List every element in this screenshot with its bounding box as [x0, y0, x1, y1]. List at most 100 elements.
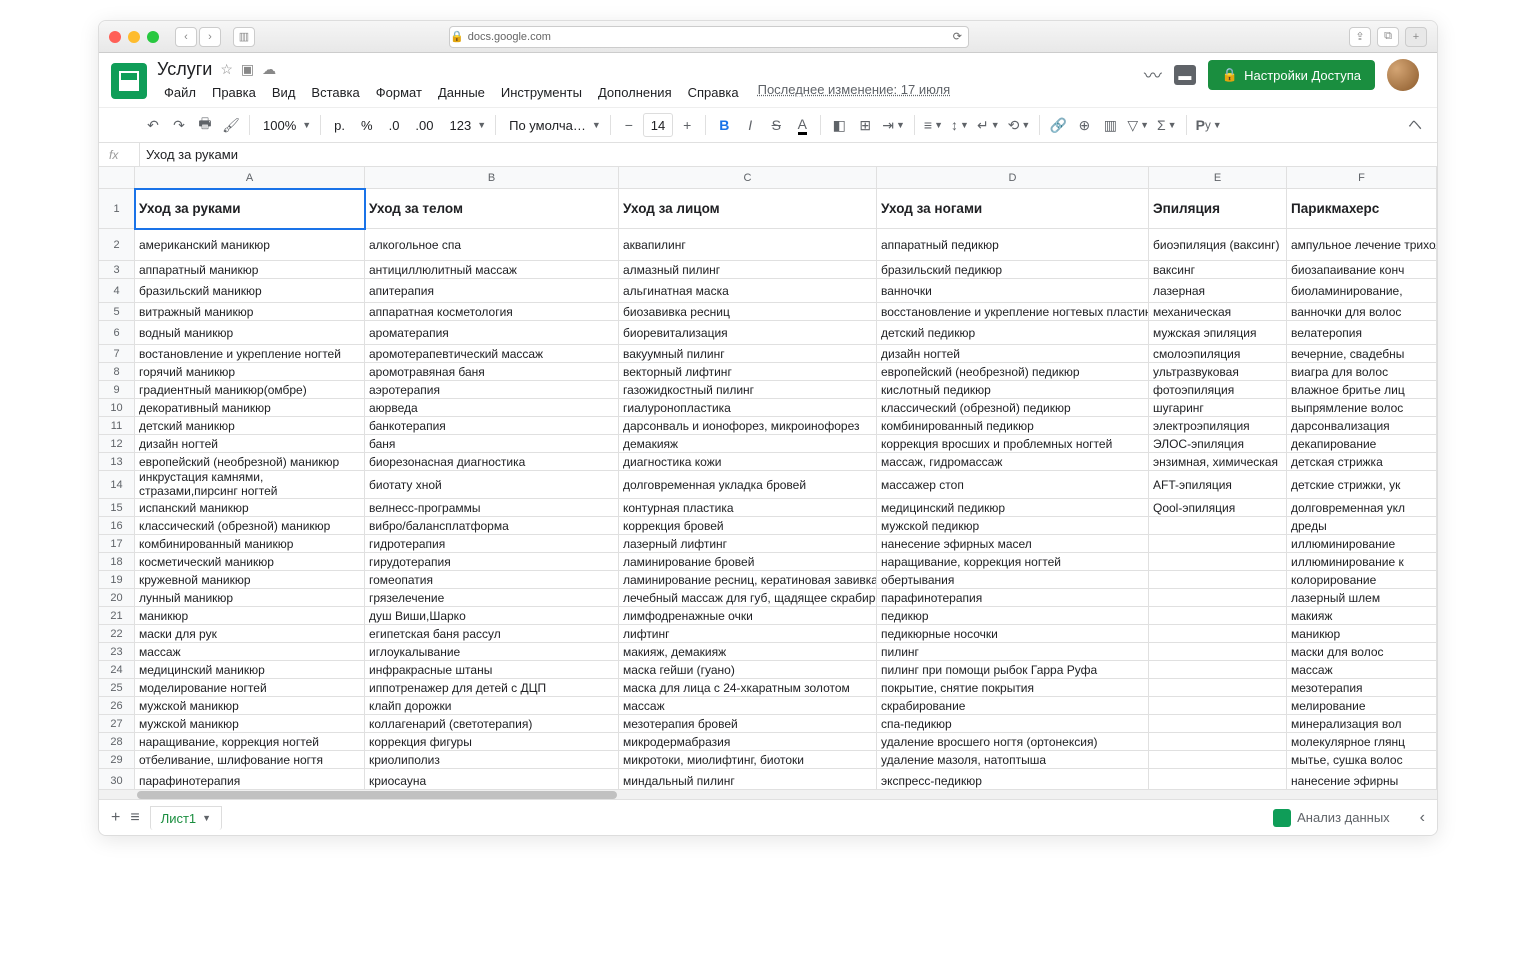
cell-F24[interactable]: массаж — [1287, 661, 1437, 679]
cell-E5[interactable]: механическая — [1149, 303, 1287, 321]
cell-D28[interactable]: удаление вросшего ногтя (ортонексия) — [877, 733, 1149, 751]
cell-F10[interactable]: выпрямление волос — [1287, 399, 1437, 417]
font-size-input[interactable]: 14 — [643, 113, 673, 137]
cell-D16[interactable]: мужской педикюр — [877, 517, 1149, 535]
formula-input[interactable]: Уход за руками — [139, 143, 238, 166]
redo-button[interactable]: ↷ — [167, 113, 191, 137]
cell-A27[interactable]: мужской маникюр — [135, 715, 365, 733]
menu-insert[interactable]: Вставка — [304, 82, 366, 103]
cell-B4[interactable]: апитерапия — [365, 279, 619, 303]
row-header-19[interactable]: 19 — [99, 571, 135, 589]
cell-A13[interactable]: европейский (необрезной) маникюр — [135, 453, 365, 471]
cell-A3[interactable]: аппаратный маникюр — [135, 261, 365, 279]
cell-F12[interactable]: декапирование — [1287, 435, 1437, 453]
cell-E20[interactable] — [1149, 589, 1287, 607]
more-formats-button[interactable]: 123▼ — [443, 113, 490, 137]
cell-F5[interactable]: ванночки для волос — [1287, 303, 1437, 321]
paint-format-button[interactable]: 🖌 — [219, 113, 243, 137]
cell-D2[interactable]: аппаратный педикюр — [877, 229, 1149, 261]
collapse-toolbar-button[interactable]: ヘ — [1403, 113, 1427, 137]
cell-E26[interactable] — [1149, 697, 1287, 715]
cell-E28[interactable] — [1149, 733, 1287, 751]
cell-E11[interactable]: электроэпиляция — [1149, 417, 1287, 435]
row-header-10[interactable]: 10 — [99, 399, 135, 417]
increase-decimal-button[interactable]: .00 — [408, 113, 440, 137]
cell-A17[interactable]: комбинированный маникюр — [135, 535, 365, 553]
cell-F15[interactable]: долговременная укл — [1287, 499, 1437, 517]
cell-A23[interactable]: массаж — [135, 643, 365, 661]
tabs-button[interactable]: ⧉ — [1377, 27, 1399, 47]
cell-C18[interactable]: ламинирование бровей — [619, 553, 877, 571]
cell-F13[interactable]: детская стрижка — [1287, 453, 1437, 471]
cell-E17[interactable] — [1149, 535, 1287, 553]
cell-F17[interactable]: иллюминирование — [1287, 535, 1437, 553]
cell-D25[interactable]: покрытие, снятие покрытия — [877, 679, 1149, 697]
cell-D20[interactable]: парафинотерапия — [877, 589, 1149, 607]
cloud-icon[interactable]: ☁ — [262, 61, 276, 78]
cell-C26[interactable]: массаж — [619, 697, 877, 715]
row-header-27[interactable]: 27 — [99, 715, 135, 733]
valign-button[interactable]: ↕▼ — [948, 113, 972, 137]
cell-E2[interactable]: биоэпиляция (ваксинг) — [1149, 229, 1287, 261]
chart-button[interactable]: ▥ — [1098, 113, 1122, 137]
back-button[interactable]: ‹ — [175, 27, 197, 47]
cell-B16[interactable]: вибро/балансплатформа — [365, 517, 619, 535]
cell-E10[interactable]: шугаринг — [1149, 399, 1287, 417]
cell-B29[interactable]: криолиполиз — [365, 751, 619, 769]
cell-F3[interactable]: биозапаивание конч — [1287, 261, 1437, 279]
cell-E12[interactable]: ЭЛОС-эпиляция — [1149, 435, 1287, 453]
cell-C8[interactable]: векторный лифтинг — [619, 363, 877, 381]
document-title[interactable]: Услуги — [157, 59, 212, 80]
minimize-window[interactable] — [128, 31, 140, 43]
cell-F11[interactable]: дарсонвализация — [1287, 417, 1437, 435]
cell-D9[interactable]: кислотный педикюр — [877, 381, 1149, 399]
row-header-11[interactable]: 11 — [99, 417, 135, 435]
cell-F18[interactable]: иллюминирование к — [1287, 553, 1437, 571]
cell-E22[interactable] — [1149, 625, 1287, 643]
menu-tools[interactable]: Инструменты — [494, 82, 589, 103]
close-window[interactable] — [109, 31, 121, 43]
font-size-dec[interactable]: − — [617, 113, 641, 137]
row-header-12[interactable]: 12 — [99, 435, 135, 453]
col-header-D[interactable]: D — [877, 167, 1149, 189]
rotate-button[interactable]: ⟲▼ — [1005, 113, 1034, 137]
cell-F2[interactable]: ампульное лечение трихолог — [1287, 229, 1437, 261]
zoom-select[interactable]: 100%▼ — [256, 113, 314, 137]
cell-E19[interactable] — [1149, 571, 1287, 589]
cell-B19[interactable]: гомеопатия — [365, 571, 619, 589]
cell-B12[interactable]: баня — [365, 435, 619, 453]
cell-A2[interactable]: американский маникюр — [135, 229, 365, 261]
row-header-5[interactable]: 5 — [99, 303, 135, 321]
cell-D26[interactable]: скрабирование — [877, 697, 1149, 715]
cell-D18[interactable]: наращивание, коррекция ногтей — [877, 553, 1149, 571]
new-tab-button[interactable]: + — [1405, 27, 1427, 47]
cell-C4[interactable]: альгинатная маска — [619, 279, 877, 303]
cell-D23[interactable]: пилинг — [877, 643, 1149, 661]
cell-B18[interactable]: гирудотерапия — [365, 553, 619, 571]
cell-F6[interactable]: велатеропия — [1287, 321, 1437, 345]
cell-B3[interactable]: антициллюлитный массаж — [365, 261, 619, 279]
sheets-logo[interactable] — [111, 63, 147, 99]
cell-C7[interactable]: вакуумный пилинг — [619, 345, 877, 363]
cell-C12[interactable]: демакияж — [619, 435, 877, 453]
cell-E4[interactable]: лазерная — [1149, 279, 1287, 303]
cell-F28[interactable]: молекулярное глянц — [1287, 733, 1437, 751]
decrease-decimal-button[interactable]: .0 — [382, 113, 407, 137]
spreadsheet-grid[interactable]: ABCDEF1Уход за рукамиУход за теломУход з… — [99, 167, 1437, 799]
cell-C13[interactable]: диагностика кожи — [619, 453, 877, 471]
col-header-A[interactable]: A — [135, 167, 365, 189]
cell-C5[interactable]: биозавивка ресниц — [619, 303, 877, 321]
strike-button[interactable]: S — [764, 113, 788, 137]
cell-B14[interactable]: биотату хной — [365, 471, 619, 499]
cell-C28[interactable]: микродермабразия — [619, 733, 877, 751]
cell-A11[interactable]: детский маникюр — [135, 417, 365, 435]
cell-D3[interactable]: бразильский педикюр — [877, 261, 1149, 279]
cell-A8[interactable]: горячий маникюр — [135, 363, 365, 381]
input-tools-button[interactable]: Ру▼ — [1193, 113, 1225, 137]
cell-B8[interactable]: аромотравяная баня — [365, 363, 619, 381]
menu-view[interactable]: Вид — [265, 82, 303, 103]
cell-E27[interactable] — [1149, 715, 1287, 733]
row-header-2[interactable]: 2 — [99, 229, 135, 261]
cell-A15[interactable]: испанский маникюр — [135, 499, 365, 517]
cell-E8[interactable]: ультразвуковая — [1149, 363, 1287, 381]
